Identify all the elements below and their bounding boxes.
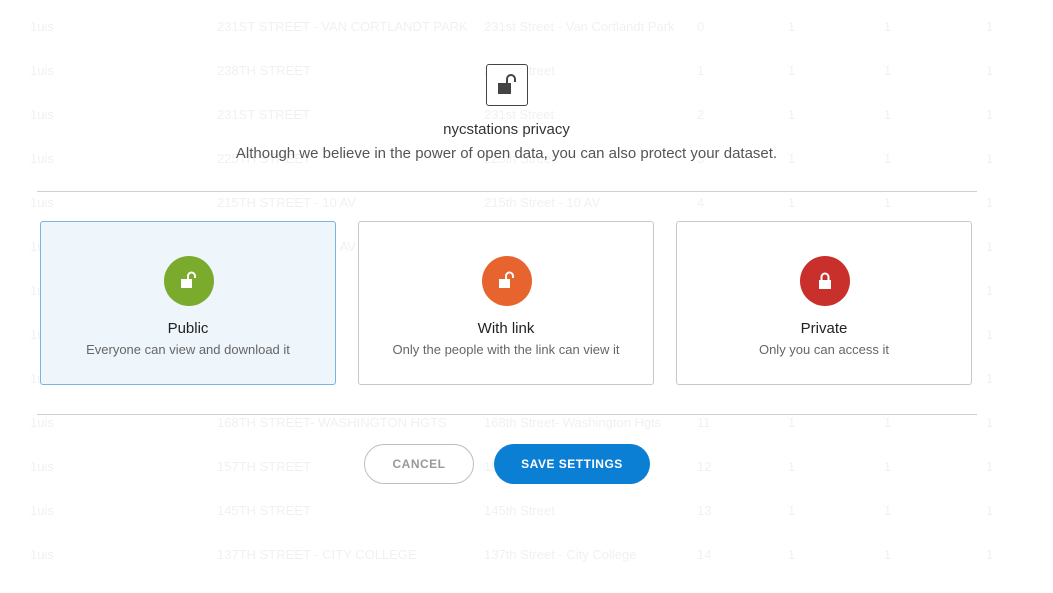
bottom-divider [37, 414, 977, 415]
dialog-subtitle: Although we believe in the power of open… [235, 145, 778, 162]
dialog-title: nycstations privacy [443, 121, 570, 138]
unlocked-icon [482, 256, 532, 306]
privacy-option-with-link[interactable]: With link Only the people with the link … [358, 221, 654, 385]
cancel-button[interactable]: CANCEL [364, 444, 474, 484]
locked-icon [800, 256, 850, 306]
save-settings-button[interactable]: SAVE SETTINGS [494, 444, 650, 484]
unlocked-icon [164, 256, 214, 306]
option-description: Everyone can view and download it [86, 342, 290, 357]
top-divider [37, 191, 977, 192]
privacy-option-public[interactable]: Public Everyone can view and download it [40, 221, 336, 385]
privacy-option-private[interactable]: Private Only you can access it [676, 221, 972, 385]
option-description: Only the people with the link can view i… [392, 342, 620, 357]
option-title: With link [477, 320, 535, 337]
option-description: Only you can access it [758, 342, 890, 357]
option-title: Private [800, 320, 848, 337]
option-title: Public [167, 320, 209, 337]
privacy-dialog: nycstations privacy Although we believe … [0, 0, 1053, 593]
privacy-lock-icon [486, 64, 528, 106]
